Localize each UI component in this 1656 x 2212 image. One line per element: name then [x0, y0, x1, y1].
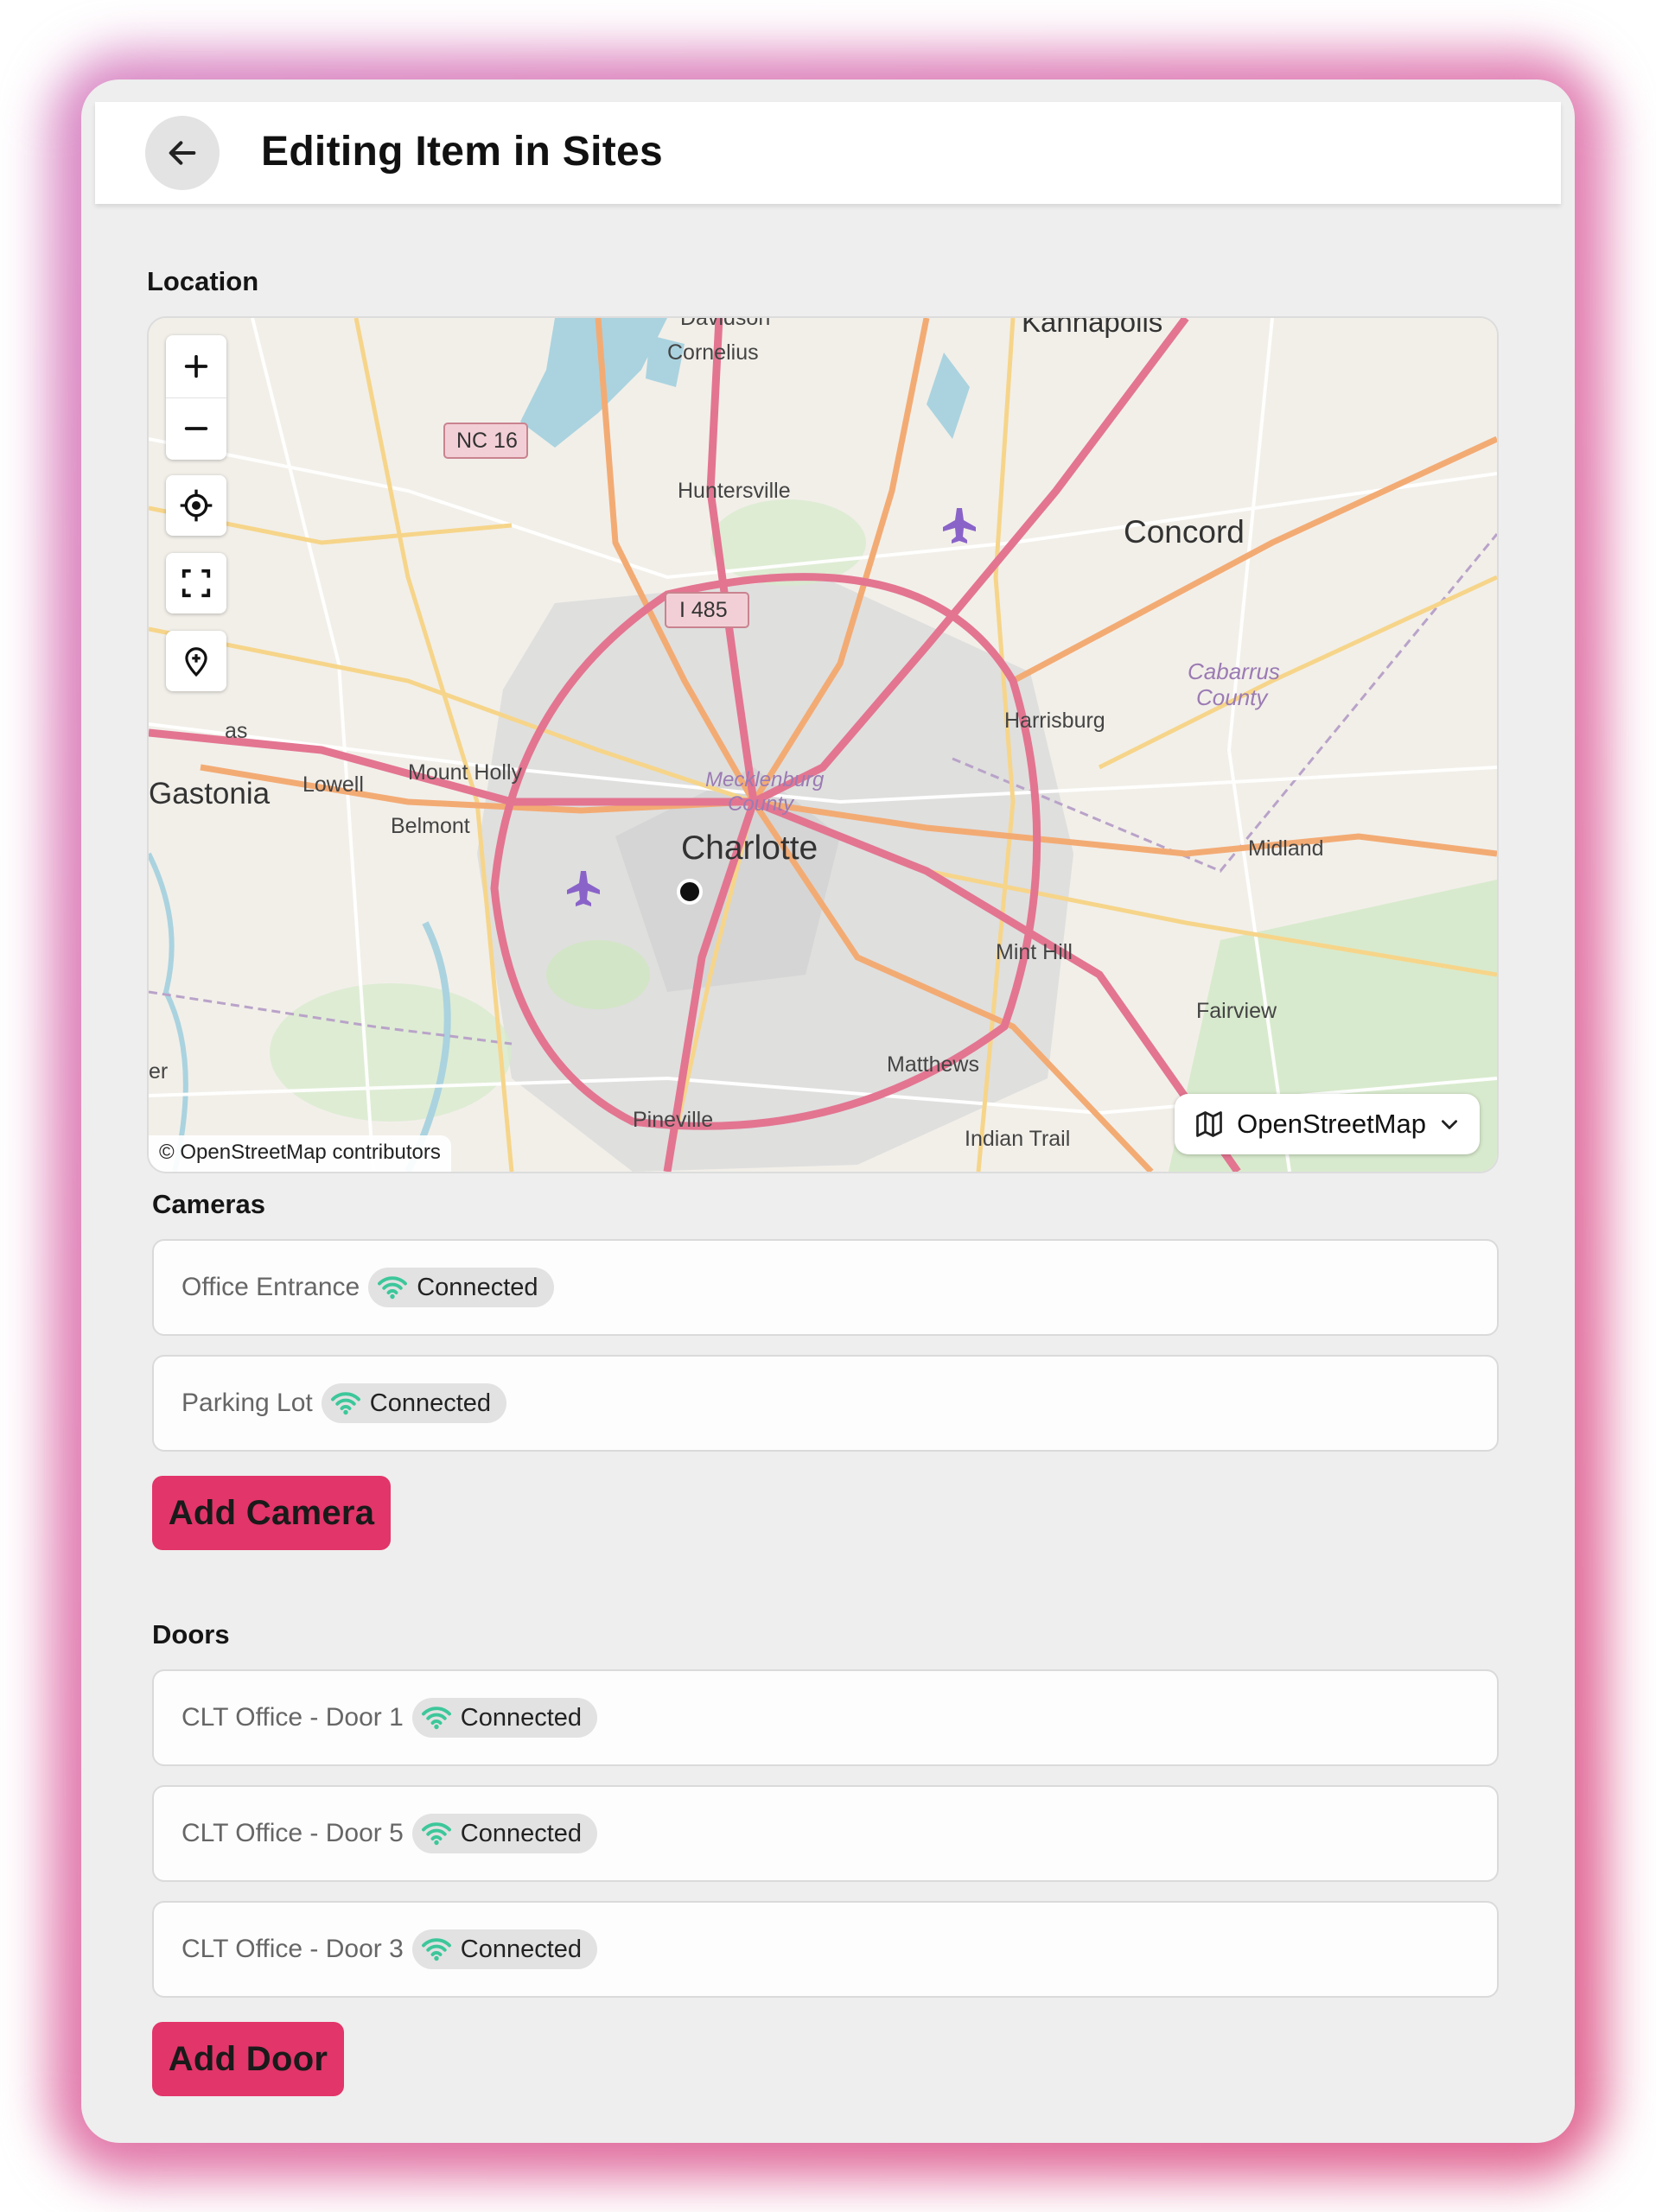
- road-shield-nc16: NC 16: [443, 423, 528, 459]
- camera-name: Office Entrance: [182, 1273, 360, 1301]
- page-title: Editing Item in Sites: [261, 129, 664, 175]
- wifi-icon: [421, 1707, 451, 1730]
- map-place-indian-trail: Indian Trail: [965, 1127, 1070, 1151]
- add-door-button[interactable]: Add Door: [152, 2022, 344, 2096]
- status-text: Connected: [460, 1703, 583, 1732]
- map-place-cabarrus-1: Cabarrus: [1188, 658, 1280, 684]
- camera-item[interactable]: Office Entrance Connected: [152, 1239, 1499, 1336]
- status-badge: Connected: [411, 1929, 598, 1969]
- arrow-left-icon: [169, 141, 196, 165]
- site-location-marker[interactable]: [677, 879, 703, 905]
- wifi-icon: [421, 1822, 451, 1846]
- svg-text:I 485: I 485: [679, 598, 728, 622]
- edit-panel: Editing Item in Sites Location Davidson …: [81, 79, 1575, 2143]
- add-camera-button[interactable]: Add Camera: [152, 1476, 391, 1550]
- page-header: Editing Item in Sites: [95, 102, 1561, 204]
- plus-icon: [184, 354, 208, 378]
- map-place-mint-hill: Mint Hill: [996, 940, 1073, 964]
- map-layer-label: OpenStreetMap: [1237, 1109, 1426, 1139]
- map-place-mecklenburg-1: Mecklenburg: [705, 768, 825, 791]
- door-item[interactable]: CLT Office - Door 3 Connected: [152, 1901, 1499, 1998]
- cameras-label: Cameras: [152, 1189, 265, 1219]
- status-badge: Connected: [321, 1383, 507, 1423]
- map-place-belmont: Belmont: [391, 814, 470, 838]
- map-place-mount-holly: Mount Holly: [408, 760, 522, 785]
- map-attribution[interactable]: © OpenStreetMap contributors: [149, 1135, 451, 1172]
- location-map[interactable]: Davidson Cornelius Kannapolis Huntersvil…: [147, 316, 1499, 1173]
- map-place-kannapolis: Kannapolis: [1022, 318, 1162, 338]
- map-place-pineville: Pineville: [633, 1108, 713, 1132]
- map-place-cornelius: Cornelius: [667, 340, 759, 365]
- map-place-huntersville: Huntersville: [678, 479, 791, 503]
- map-place-matthews: Matthews: [887, 1052, 979, 1077]
- map-pin-plus-icon: [185, 647, 207, 677]
- svg-text:NC 16: NC 16: [456, 429, 518, 453]
- back-button[interactable]: [145, 116, 220, 190]
- status-badge: Connected: [368, 1268, 554, 1307]
- door-item[interactable]: CLT Office - Door 5 Connected: [152, 1785, 1499, 1882]
- wifi-icon: [330, 1392, 360, 1415]
- wifi-icon: [421, 1938, 451, 1961]
- map-place-fairview: Fairview: [1196, 999, 1277, 1023]
- zoom-out-button[interactable]: [166, 398, 226, 461]
- chevron-down-icon: [1442, 1120, 1457, 1129]
- location-label: Location: [147, 266, 259, 296]
- road-shield-i485: I 485: [665, 592, 749, 628]
- door-name: CLT Office - Door 5: [182, 1819, 404, 1847]
- status-text: Connected: [460, 1935, 583, 1963]
- map-place-mecklenburg-2: County: [728, 792, 795, 816]
- doors-label: Doors: [152, 1619, 230, 1649]
- zoom-in-button[interactable]: [166, 335, 226, 398]
- add-marker-button[interactable]: [166, 631, 226, 691]
- minus-icon: [184, 427, 208, 431]
- map-place-cabarrus-2: County: [1196, 684, 1269, 710]
- map-place-er: er: [149, 1059, 168, 1084]
- map-place-charlotte: Charlotte: [681, 830, 818, 867]
- status-text: Connected: [460, 1819, 583, 1847]
- wifi-icon: [378, 1276, 408, 1300]
- door-item[interactable]: CLT Office - Door 1 Connected: [152, 1669, 1499, 1766]
- map-place-midland: Midland: [1248, 836, 1324, 861]
- map-place-lowell: Lowell: [303, 772, 364, 797]
- camera-name: Parking Lot: [182, 1389, 313, 1417]
- fullscreen-button[interactable]: [166, 553, 226, 613]
- map-layer-selector[interactable]: OpenStreetMap: [1175, 1094, 1480, 1154]
- status-text: Connected: [369, 1389, 492, 1417]
- fullscreen-icon: [182, 569, 211, 598]
- map-place-as: as: [225, 719, 247, 743]
- camera-item[interactable]: Parking Lot Connected: [152, 1355, 1499, 1452]
- door-name: CLT Office - Door 1: [182, 1703, 404, 1732]
- locate-me-button[interactable]: [166, 475, 226, 536]
- status-badge: Connected: [411, 1698, 598, 1738]
- map-place-harrisburg: Harrisburg: [1004, 709, 1105, 733]
- zoom-controls: [166, 335, 226, 460]
- crosshair-target-icon: [180, 489, 213, 522]
- map-place-davidson: Davidson: [680, 318, 770, 330]
- status-text: Connected: [417, 1273, 538, 1301]
- map-place-gastonia: Gastonia: [149, 777, 271, 810]
- status-badge: Connected: [411, 1814, 598, 1853]
- map-icon: [1196, 1111, 1222, 1137]
- map-tiles[interactable]: Davidson Cornelius Kannapolis Huntersvil…: [149, 318, 1497, 1172]
- door-name: CLT Office - Door 3: [182, 1935, 404, 1963]
- map-place-concord: Concord: [1124, 514, 1245, 550]
